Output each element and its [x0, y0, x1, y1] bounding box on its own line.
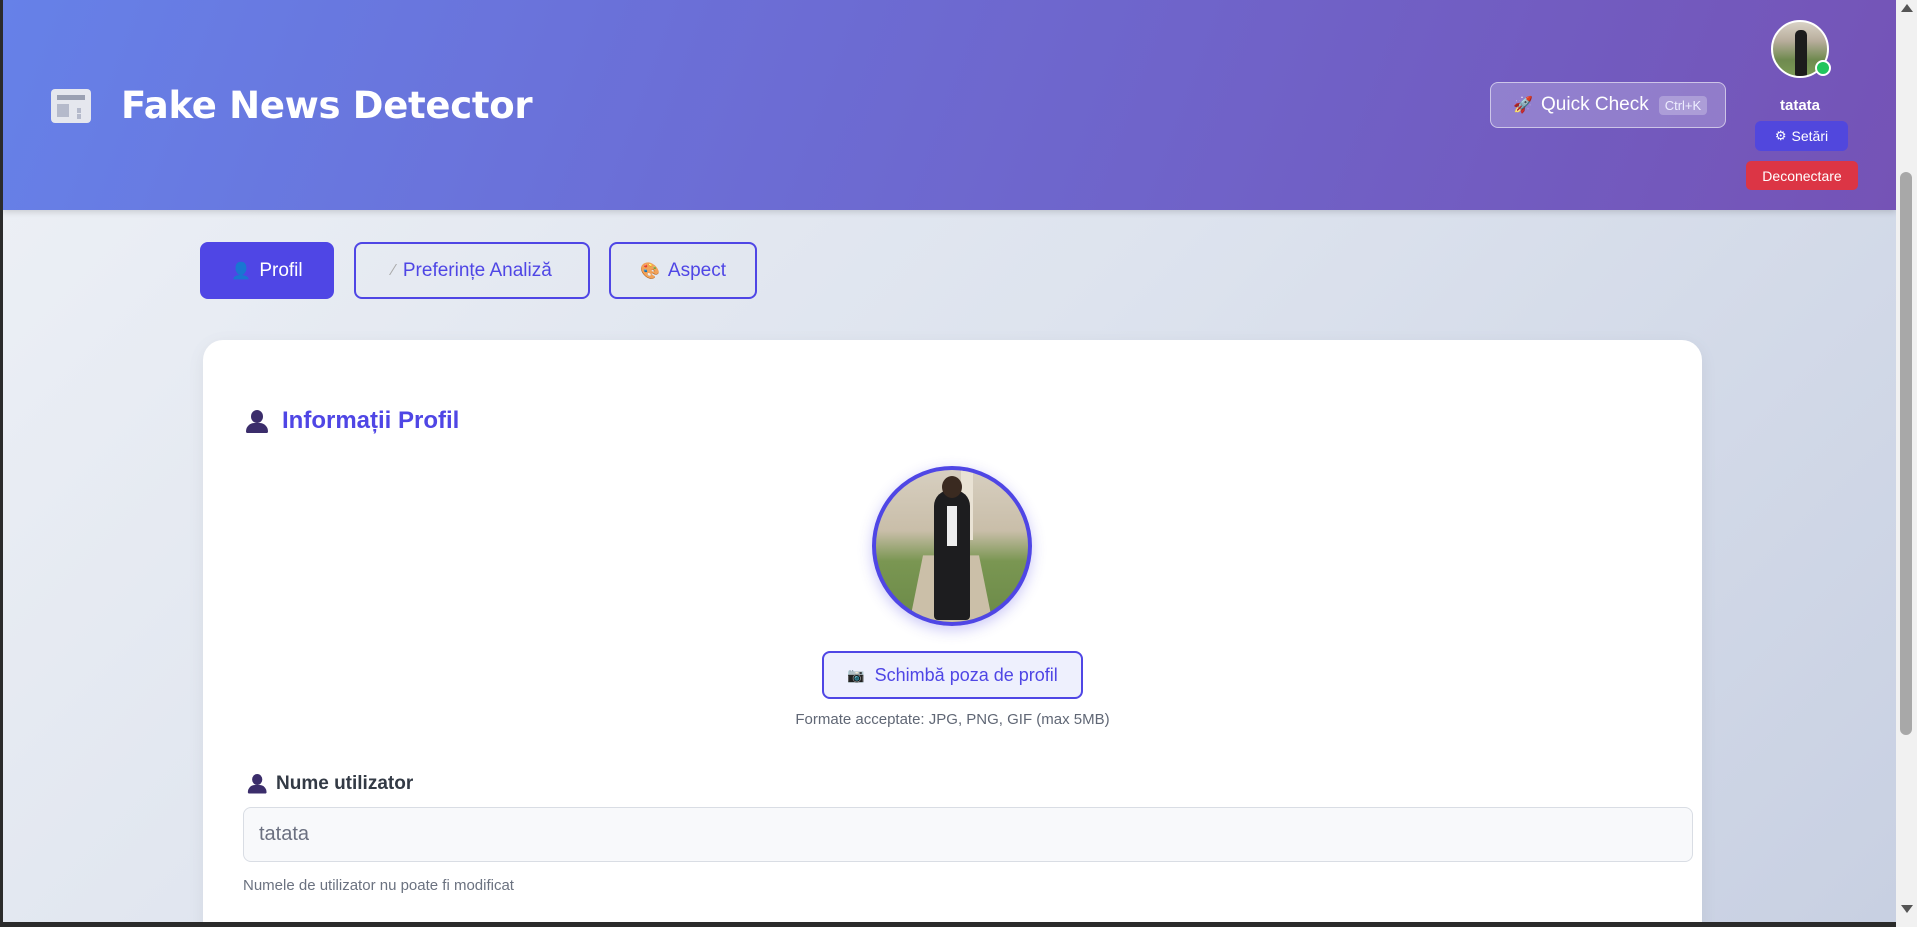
formats-note: Formate acceptate: JPG, PNG, GIF (max 5M… [795, 711, 1110, 728]
gear-icon: ⚙ [1774, 128, 1787, 143]
tab-label: Preferințe Analiză [402, 259, 552, 281]
page-viewport: Fake News Detector 🚀 Quick Check Ctrl+K … [3, 0, 1896, 922]
quick-check-label: Quick Check [1541, 94, 1649, 115]
app-header: Fake News Detector 🚀 Quick Check Ctrl+K … [3, 0, 1896, 210]
settings-button[interactable]: ⚙ Setări [1755, 121, 1848, 151]
quick-check-button[interactable]: 🚀 Quick Check Ctrl+K [1490, 82, 1726, 128]
window-bottom-edge [0, 922, 1896, 927]
palette-icon: 🎨 [639, 262, 660, 280]
profile-card: Informații Profil 📷 Schimbă poza de prof… [203, 340, 1702, 922]
tab-profil[interactable]: 👤 Profil [200, 242, 334, 299]
section-title: Informații Profil [282, 407, 460, 434]
change-photo-button[interactable]: 📷 Schimbă poza de profil [822, 651, 1083, 699]
scrollbar-thumb[interactable] [1900, 172, 1912, 735]
rocket-icon: 🚀 [1513, 97, 1533, 114]
person-icon: 👤 [231, 262, 252, 280]
logout-button[interactable]: Deconectare [1746, 161, 1858, 190]
newspaper-icon [51, 89, 91, 123]
settings-label: Setări [1791, 128, 1829, 144]
profile-picture [872, 466, 1032, 626]
shortcut-badge: Ctrl+K [1658, 95, 1708, 115]
header-username: tatata [1779, 97, 1820, 114]
user-avatar[interactable] [1771, 20, 1831, 78]
person-icon [245, 410, 269, 434]
username-help-text: Numele de utilizator nu poate fi modific… [243, 877, 514, 894]
page-scrollbar[interactable] [1896, 0, 1917, 927]
tab-aspect[interactable]: 🎨 Aspect [609, 242, 757, 299]
bone-icon: ∕ [392, 261, 395, 279]
camera-icon: 📷 [847, 666, 865, 683]
scroll-down-arrow-icon[interactable] [1901, 905, 1913, 913]
tab-label: Profil [259, 259, 303, 281]
username-input[interactable] [243, 807, 1693, 862]
tab-label: Aspect [667, 259, 726, 281]
online-status-dot [1815, 60, 1831, 76]
username-label: Nume utilizator [276, 773, 414, 794]
change-photo-label: Schimbă poza de profil [874, 664, 1058, 685]
person-icon [247, 774, 267, 794]
scroll-up-arrow-icon[interactable] [1901, 4, 1913, 12]
app-title: Fake News Detector [121, 84, 533, 127]
tab-preferinte-analiza[interactable]: ∕ Preferințe Analiză [354, 242, 590, 299]
